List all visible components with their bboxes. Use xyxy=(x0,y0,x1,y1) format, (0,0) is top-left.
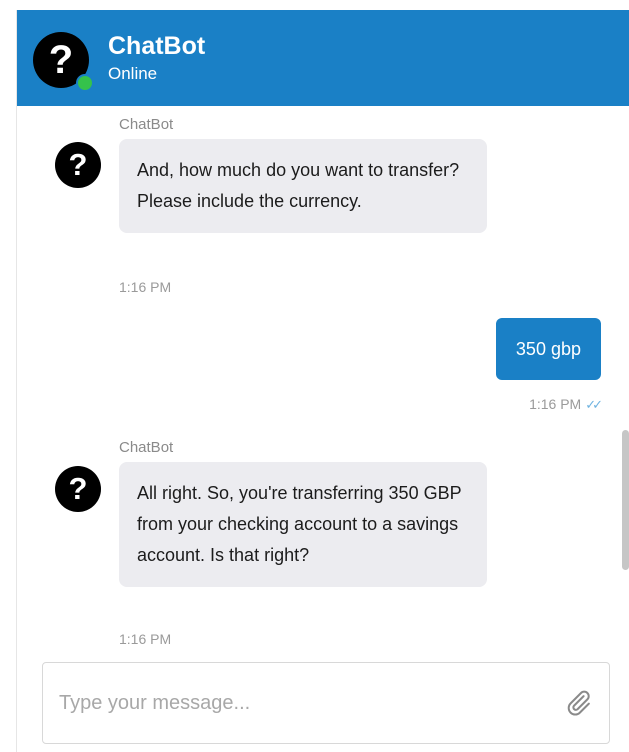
message-sender: ChatBot xyxy=(119,116,174,133)
message-timestamp: 1:16 PM xyxy=(529,396,582,412)
message-input[interactable] xyxy=(57,663,541,743)
chat-title: ChatBot xyxy=(108,32,206,60)
chat-status: Online xyxy=(108,64,158,83)
online-status-icon xyxy=(76,74,94,92)
message-sender: ChatBot xyxy=(119,439,174,456)
user-message-bubble: 350 gbp xyxy=(495,318,601,380)
bot-avatar-icon: ? xyxy=(55,142,101,188)
bot-avatar-icon: ? xyxy=(55,466,101,512)
chat-header: ? ChatBot Online xyxy=(17,10,629,106)
bot-message-bubble: All right. So, you're transferring 350 G… xyxy=(119,462,487,587)
bot-message-bubble: And, how much do you want to transfer? P… xyxy=(119,139,487,233)
message-composer xyxy=(42,662,610,744)
user-message-meta: 1:16 PM ✓✓ xyxy=(529,396,603,413)
double-check-icon: ✓✓ xyxy=(585,397,603,412)
paperclip-icon[interactable] xyxy=(563,688,593,718)
scrollbar-thumb[interactable] xyxy=(622,430,629,570)
message-timestamp: 1:16 PM xyxy=(119,279,172,295)
message-timestamp: 1:16 PM xyxy=(119,631,172,647)
chat-window: ? ChatBot Online ChatBot ? And, how much… xyxy=(16,10,629,752)
